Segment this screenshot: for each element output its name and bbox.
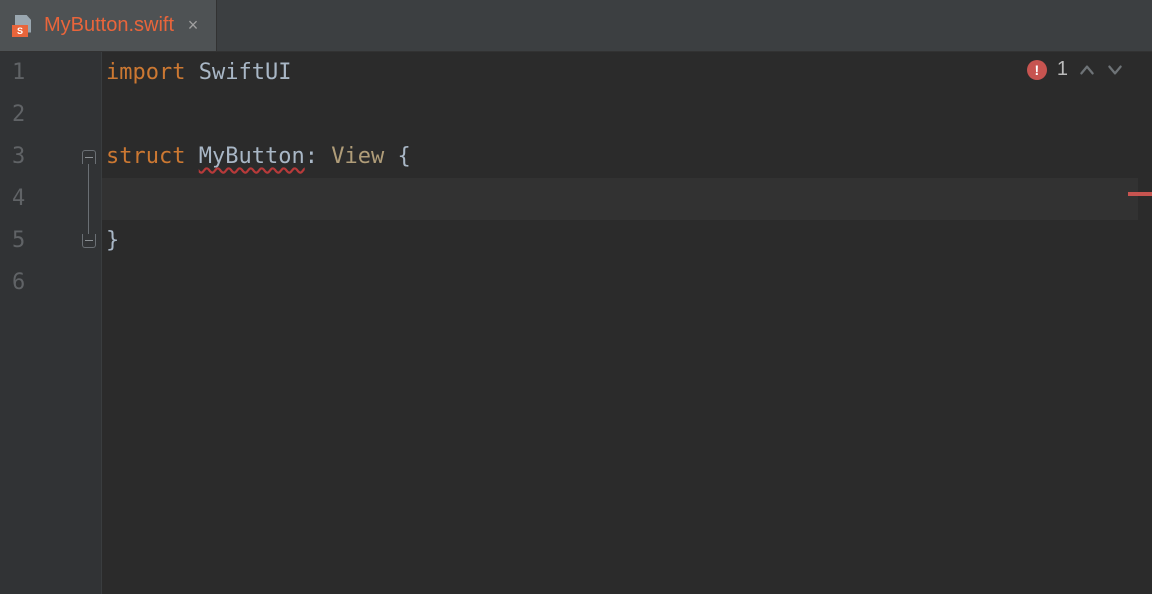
swift-file-icon: S xyxy=(12,15,34,37)
code-line[interactable]: import SwiftUI xyxy=(102,52,1138,94)
keyword-import: import xyxy=(106,60,185,85)
next-highlight-icon[interactable] xyxy=(1106,61,1124,79)
ide-root: S MyButton.swift × 1 2 3 4 5 6 xyxy=(0,0,1152,594)
line-numbers: 1 2 3 4 5 6 xyxy=(0,52,52,304)
line-number[interactable]: 3 xyxy=(0,136,52,178)
tab-title: MyButton.swift xyxy=(44,14,174,37)
tab-bar: S MyButton.swift × xyxy=(0,0,1152,52)
editor-area: 1 2 3 4 5 6 import SwiftUI struct MyB xyxy=(0,52,1152,594)
keyword-struct: struct xyxy=(106,144,185,169)
file-tab[interactable]: S MyButton.swift × xyxy=(0,0,217,51)
error-icon[interactable]: ! xyxy=(1027,60,1047,80)
code-line-current[interactable] xyxy=(102,178,1138,220)
prev-highlight-icon[interactable] xyxy=(1078,61,1096,79)
line-number[interactable]: 5 xyxy=(0,220,52,262)
error-count: 1 xyxy=(1057,58,1068,81)
protocol-name: View xyxy=(331,144,384,169)
gutter: 1 2 3 4 5 6 xyxy=(0,52,102,594)
code-line[interactable] xyxy=(102,262,1138,304)
struct-name: MyButton xyxy=(199,144,305,169)
line-number[interactable]: 1 xyxy=(0,52,52,94)
line-number[interactable]: 4 xyxy=(0,178,52,220)
line-number[interactable]: 2 xyxy=(0,94,52,136)
code-line[interactable] xyxy=(102,94,1138,136)
file-icon-badge: S xyxy=(12,25,28,37)
code-area[interactable]: import SwiftUI struct MyButton: View { }… xyxy=(102,52,1138,594)
code-line[interactable]: struct MyButton: View { xyxy=(102,136,1138,178)
error-marker[interactable] xyxy=(1128,192,1152,196)
close-icon[interactable]: × xyxy=(184,17,202,35)
fold-end-icon[interactable] xyxy=(82,234,96,248)
module-name: SwiftUI xyxy=(199,60,292,85)
diagnostics-bar: ! 1 xyxy=(1027,58,1124,81)
code-line[interactable]: } xyxy=(102,220,1138,262)
line-number[interactable]: 6 xyxy=(0,262,52,304)
error-stripe xyxy=(1138,52,1152,594)
fold-start-icon[interactable] xyxy=(82,150,96,164)
